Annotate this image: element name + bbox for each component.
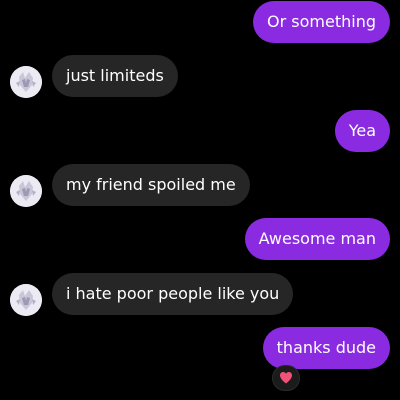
contact-avatar[interactable]	[10, 66, 42, 98]
message-text: Awesome man	[258, 229, 376, 248]
outgoing-message[interactable]: thanks dude	[262, 327, 390, 369]
contact-avatar[interactable]	[10, 175, 42, 207]
message-text: just limiteds	[66, 66, 164, 85]
message-text: thanks dude	[276, 338, 376, 357]
heart-icon	[279, 369, 293, 388]
message-text: Or something	[267, 12, 376, 31]
contact-avatar[interactable]	[10, 284, 42, 316]
chat-thread: Or something just limiteds Yea my friend…	[0, 0, 400, 400]
incoming-message[interactable]: just limiteds	[52, 55, 178, 97]
message-reaction[interactable]	[272, 365, 300, 391]
message-text: i hate poor people like you	[66, 284, 280, 303]
outgoing-message[interactable]: Yea	[334, 110, 390, 152]
incoming-message[interactable]: i hate poor people like you	[52, 273, 294, 315]
outgoing-message[interactable]: Awesome man	[244, 218, 390, 260]
incoming-message[interactable]: my friend spoiled me	[52, 164, 250, 206]
message-text: Yea	[348, 121, 376, 140]
outgoing-message[interactable]: Or something	[253, 1, 390, 43]
message-text: my friend spoiled me	[66, 175, 236, 194]
